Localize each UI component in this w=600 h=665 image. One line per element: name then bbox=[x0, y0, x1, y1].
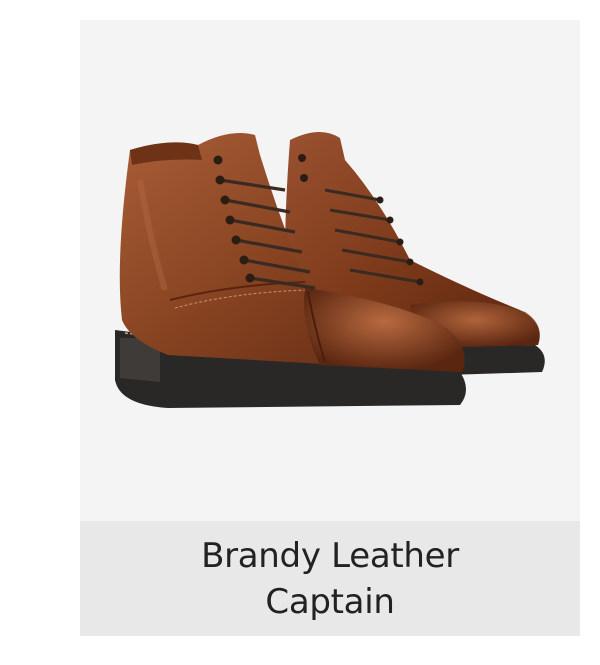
product-title[interactable]: Brandy Leather Captain bbox=[180, 533, 480, 625]
product-image[interactable] bbox=[80, 20, 580, 521]
product-caption: Brandy Leather Captain bbox=[80, 521, 580, 636]
product-card[interactable]: Brandy Leather Captain bbox=[80, 20, 580, 636]
leather-boot-icon bbox=[115, 131, 545, 408]
